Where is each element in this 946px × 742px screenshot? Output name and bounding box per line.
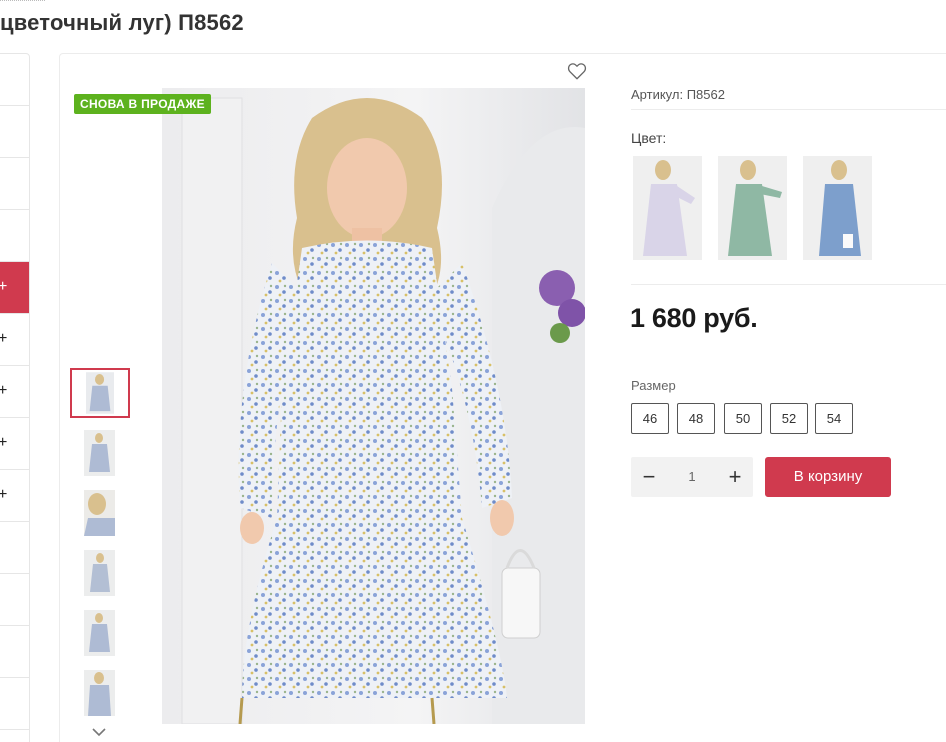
color-swatch-lavender[interactable] — [633, 156, 702, 260]
sidebar-item[interactable]: + — [0, 366, 29, 418]
chevron-down-icon[interactable] — [91, 727, 107, 737]
thumbnail[interactable] — [84, 490, 115, 536]
color-label: Цвет: — [631, 130, 667, 146]
size-option-54[interactable]: 54 — [815, 403, 853, 434]
product-sku: Артикул: П8562 — [631, 87, 725, 102]
sidebar-item[interactable]: + — [0, 418, 29, 470]
back-in-stock-badge: СНОВА В ПРОДАЖЕ — [74, 94, 211, 114]
sidebar-item[interactable] — [0, 626, 29, 678]
thumbnail[interactable] — [84, 430, 115, 476]
divider — [631, 109, 946, 110]
breadcrumb-remnant — [0, 0, 45, 1]
heart-outline-icon[interactable] — [567, 62, 587, 80]
sidebar-item[interactable] — [0, 158, 29, 210]
sidebar-item[interactable] — [0, 574, 29, 626]
sidebar-item-active[interactable]: + — [0, 262, 29, 314]
category-sidebar: + + + + + — [0, 53, 30, 742]
sidebar-item[interactable] — [0, 210, 29, 262]
sidebar-item[interactable]: + — [0, 470, 29, 522]
size-option-48[interactable]: 48 — [677, 403, 715, 434]
sidebar-item[interactable] — [0, 54, 29, 106]
size-option-52[interactable]: 52 — [770, 403, 808, 434]
quantity-input[interactable]: 1 — [667, 457, 717, 497]
expand-icon[interactable]: + — [0, 331, 7, 347]
quantity-stepper: − 1 + — [631, 457, 753, 497]
divider — [631, 284, 946, 285]
sidebar-item[interactable] — [0, 678, 29, 730]
thumbnail[interactable] — [84, 550, 115, 596]
sidebar-item[interactable]: + — [0, 314, 29, 366]
plus-icon[interactable]: + — [717, 457, 753, 497]
add-to-cart-button[interactable]: В корзину — [765, 457, 891, 497]
size-option-46[interactable]: 46 — [631, 403, 669, 434]
thumbnail[interactable] — [84, 610, 115, 656]
size-label: Размер — [631, 378, 676, 393]
sidebar-item[interactable] — [0, 106, 29, 158]
expand-icon[interactable]: + — [0, 279, 7, 295]
size-option-50[interactable]: 50 — [724, 403, 762, 434]
product-main-photo[interactable] — [162, 88, 585, 724]
expand-icon[interactable]: + — [0, 435, 7, 451]
thumbnail-active[interactable] — [70, 368, 130, 418]
minus-icon[interactable]: − — [631, 457, 667, 497]
thumbnail[interactable] — [84, 670, 115, 716]
color-swatch-blue[interactable] — [803, 156, 872, 260]
sidebar-item[interactable] — [0, 522, 29, 574]
product-price: 1 680 руб. — [630, 303, 758, 333]
expand-icon[interactable]: + — [0, 383, 7, 399]
color-swatch-mint[interactable] — [718, 156, 787, 260]
page-title: цветочный луг) П8562 — [0, 10, 244, 35]
expand-icon[interactable]: + — [0, 487, 7, 503]
